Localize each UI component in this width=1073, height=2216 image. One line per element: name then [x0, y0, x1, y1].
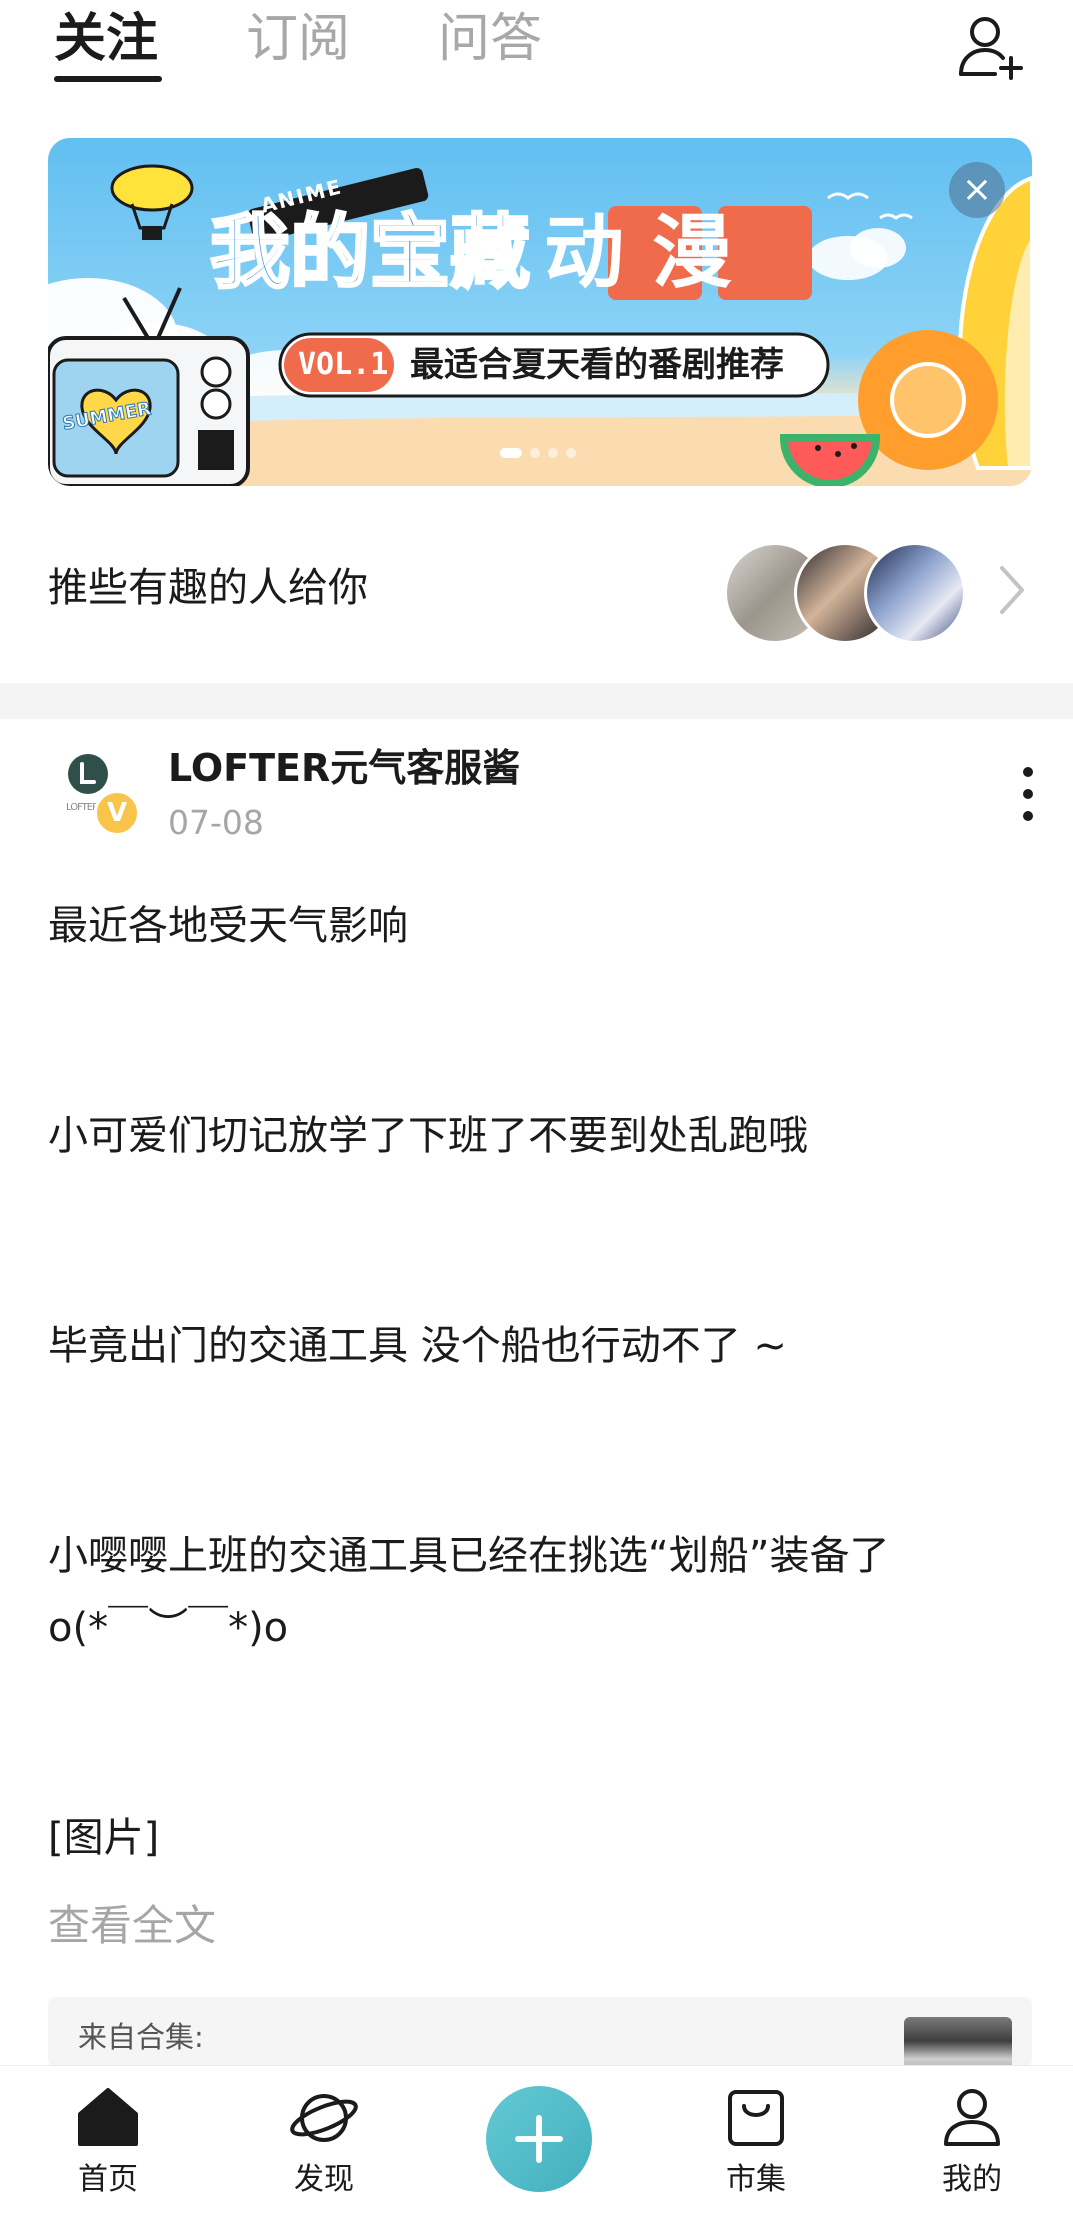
nav-label-home: 首页: [78, 2162, 138, 2197]
add-user-icon: [959, 17, 1023, 80]
nav-item-home[interactable]: 首页: [28, 2066, 188, 2216]
more-options-icon[interactable]: [1008, 764, 1048, 824]
banner-title: 我的宝藏动漫: [209, 198, 746, 308]
post-text-line: 小可爱们切记放学了下班了不要到处乱跑哦: [48, 1113, 808, 1159]
post-date: 07-08: [168, 803, 264, 842]
nav-item-discover[interactable]: 发现: [244, 2066, 404, 2216]
bottom-navigation: 首页 发现 市集 我的: [0, 2065, 1073, 2216]
post-image-placeholder: [图片]: [48, 1815, 160, 1861]
tab-subscriptions[interactable]: 订阅: [246, 4, 350, 74]
chevron-right-icon: [1000, 566, 1024, 614]
recommend-people-row[interactable]: 推些有趣的人给你: [0, 520, 1073, 660]
post-text-line: 最近各地受天气影响: [48, 903, 408, 949]
verified-badge: V: [94, 790, 140, 836]
collection-label: 来自合集:: [78, 2020, 204, 2054]
pagination-dot-active: [500, 448, 522, 458]
read-full-post-link[interactable]: 查看全文: [48, 1894, 216, 1958]
banner-close-button[interactable]: ×: [949, 162, 1005, 218]
nav-label-market: 市集: [726, 2162, 786, 2197]
planet-icon: [290, 2094, 358, 2142]
create-post-button[interactable]: [486, 2086, 592, 2192]
pagination-dot: [548, 448, 558, 458]
promo-banner[interactable]: ANIME 我的宝藏动漫 VOL.1 最适合夏天看的番剧推荐 SUMMER ×: [48, 138, 1032, 486]
banner-subtitle: 最适合夏天看的番剧推荐: [410, 345, 784, 385]
collection-thumbnail: [904, 2017, 1012, 2067]
shopping-bag-icon: [728, 2090, 784, 2146]
banner-vol: VOL.1: [298, 347, 389, 382]
tab-qa[interactable]: 问答: [438, 4, 542, 74]
plus-icon: [515, 2115, 563, 2163]
add-friend-button[interactable]: [955, 10, 1029, 84]
banner-title-char-2: 漫: [652, 206, 732, 299]
section-divider: [0, 683, 1073, 719]
author-name[interactable]: LOFTER元气客服酱: [168, 742, 520, 794]
nav-item-market[interactable]: 市集: [676, 2066, 836, 2216]
author-avatar[interactable]: L LOFTER V: [58, 752, 142, 836]
recommend-people-label: 推些有趣的人给你: [48, 565, 368, 611]
avatar: [864, 542, 966, 644]
collection-card[interactable]: 来自合集:: [48, 1997, 1032, 2067]
active-tab-indicator: [54, 76, 162, 82]
nav-label-profile: 我的: [942, 2162, 1002, 2197]
post-text-line: 毕竟出门的交通工具 没个船也行动不了 ~: [48, 1323, 787, 1369]
post-text-line: 小嘤嘤上班的交通工具已经在挑选“划船”装备了: [48, 1533, 890, 1579]
pagination-dot: [566, 448, 576, 458]
nav-item-profile[interactable]: 我的: [892, 2066, 1052, 2216]
pagination-dot: [530, 448, 540, 458]
post-text-line: o(*￣︶￣*)o: [48, 1605, 289, 1651]
recommended-avatars: [724, 542, 974, 644]
banner-title-char-1: 动: [544, 206, 624, 299]
person-icon: [944, 2089, 1000, 2146]
banner-title-main: 我的宝藏: [209, 205, 532, 301]
home-icon: [78, 2088, 138, 2146]
tab-following[interactable]: 关注: [54, 4, 158, 74]
nav-label-discover: 发现: [294, 2162, 354, 2197]
top-tab-bar: 关注 订阅 问答: [0, 0, 1073, 120]
banner-pagination: [500, 443, 620, 458]
banner-illustration: [48, 164, 1032, 486]
